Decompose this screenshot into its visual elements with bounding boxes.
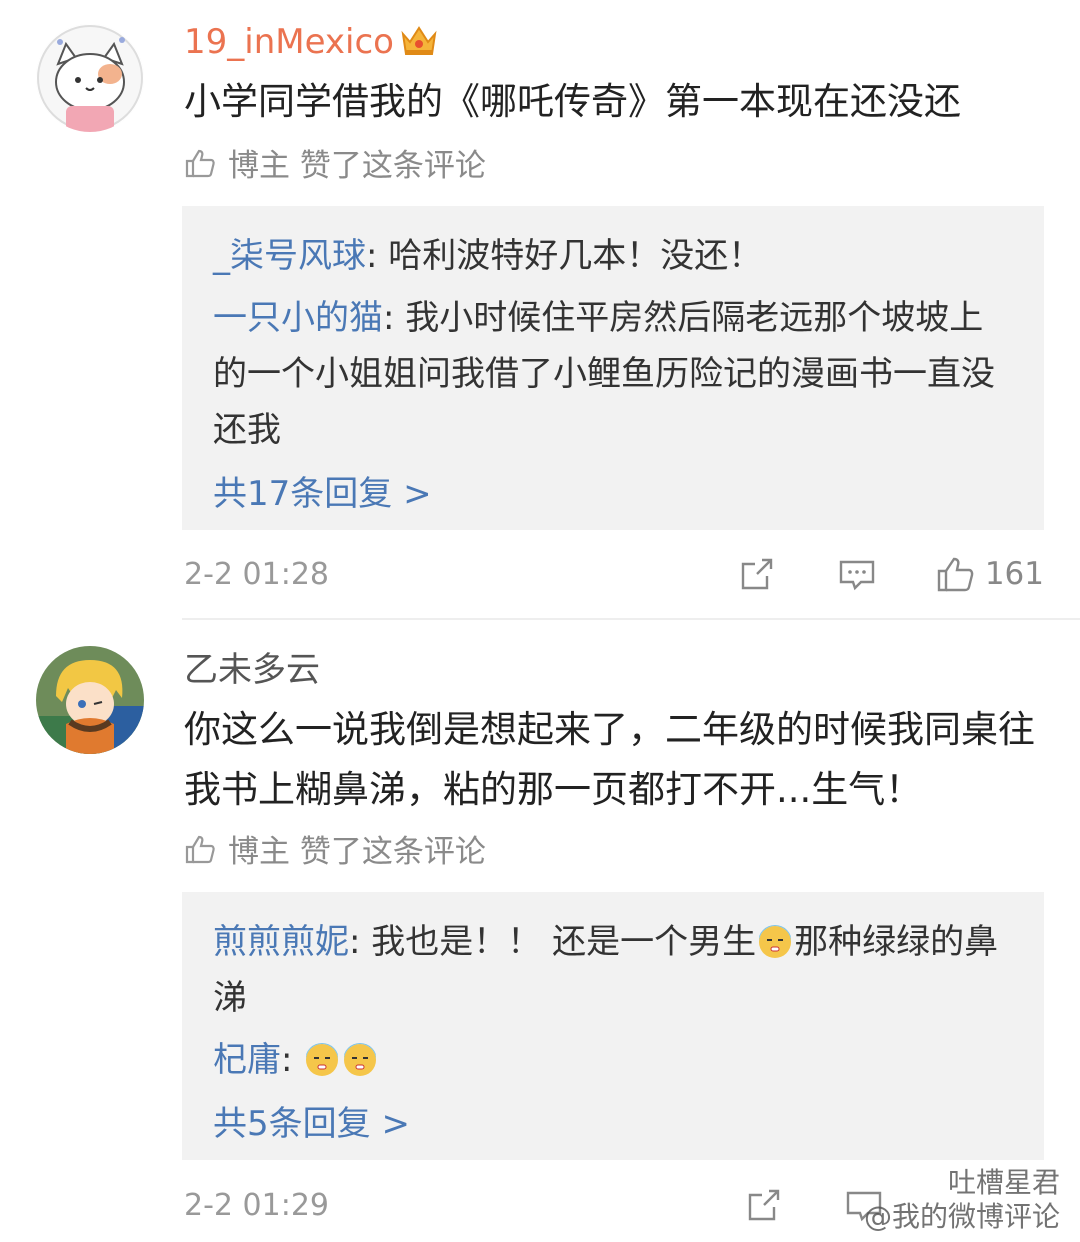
comment-text: 你这么一说我倒是想起来了，二年级的时候我同桌往我书上糊鼻涕，粘的那一页都打不开.… xyxy=(184,708,1035,811)
watermark: 吐槽星君 @我的微博评论 xyxy=(864,1166,1060,1234)
author-liked-notice: 博主 赞了这条评论 xyxy=(184,140,486,185)
sick-face-emoji-icon xyxy=(759,925,792,958)
author-liked-notice: 博主 赞了这条评论 xyxy=(184,826,486,871)
sick-face-emoji-icon xyxy=(306,1043,339,1076)
username[interactable]: 19_inMexico xyxy=(184,22,394,62)
timestamp: 2-2 01:28 xyxy=(184,556,329,592)
author-liked-label: 博主 赞了这条评论 xyxy=(228,148,486,184)
reply-separator: : xyxy=(383,298,406,338)
reply-item[interactable]: 杞庸: xyxy=(213,1032,1014,1088)
comment-button[interactable] xyxy=(837,554,877,594)
comment-1: 19_inMexico 小学同学借我的《哪吒传奇》第一本现在还没还 博主 赞了这… xyxy=(0,0,1080,620)
share-button[interactable] xyxy=(744,1185,784,1225)
author-liked-label: 博主 赞了这条评论 xyxy=(228,834,486,870)
reply-separator: : xyxy=(349,922,372,962)
reply-username[interactable]: 煎煎煎妮 xyxy=(213,922,349,962)
share-icon xyxy=(741,558,773,590)
like-count: 161 xyxy=(984,556,1044,592)
comment-icon xyxy=(839,560,875,591)
watermark-line-2: @我的微博评论 xyxy=(863,1200,1060,1233)
share-icon xyxy=(748,1189,780,1221)
reply-username[interactable]: _柒号风球 xyxy=(213,236,366,276)
reply-item[interactable]: _柒号风球: 哈利波特好几本！没还！ xyxy=(213,228,1014,284)
timestamp: 2-2 01:29 xyxy=(184,1187,329,1223)
username[interactable]: 乙未多云 xyxy=(184,650,320,690)
thumbs-up-icon xyxy=(937,557,974,592)
watermark-line-1: 吐槽星君 xyxy=(947,1166,1060,1199)
cat-avatar-icon xyxy=(36,24,144,132)
share-button[interactable] xyxy=(737,554,777,594)
comment-text: 小学同学借我的《哪吒传奇》第一本现在还没还 xyxy=(184,80,961,123)
thumbs-up-icon xyxy=(185,835,215,863)
comment-footer: 2-2 01:28 161 xyxy=(184,549,1044,599)
thumbs-up-icon xyxy=(185,149,215,177)
sick-face-emoji-icon xyxy=(344,1043,377,1076)
reply-username[interactable]: 一只小的猫 xyxy=(213,298,383,338)
vip-crown-icon xyxy=(401,26,437,55)
replies-box[interactable]: _柒号风球: 哈利波特好几本！没还！ 一只小的猫: 我小时候住平房然后隔老远那个… xyxy=(182,206,1044,530)
reply-text: 我也是！！ 还是一个男生 xyxy=(371,922,757,962)
replies-box[interactable]: 煎煎煎妮: 我也是！！ 还是一个男生 那种绿绿的鼻涕 杞庸: 共5条回复 > xyxy=(182,892,1044,1160)
avatar[interactable] xyxy=(36,24,144,132)
avatar[interactable] xyxy=(36,646,144,754)
more-replies-link[interactable]: 共17条回复 > xyxy=(213,466,1014,522)
reply-username[interactable]: 杞庸 xyxy=(213,1040,281,1080)
reply-item[interactable]: 一只小的猫: 我小时候住平房然后隔老远那个坡坡上的一个小姐姐问我借了小鲤鱼历险记… xyxy=(213,290,1014,458)
reply-separator: : xyxy=(281,1040,304,1080)
action-bar: 161 xyxy=(737,554,1044,594)
anime-character-avatar-icon xyxy=(36,646,144,754)
reply-separator: : xyxy=(366,236,389,276)
comment-2: 乙未多云 你这么一说我倒是想起来了，二年级的时候我同桌往我书上糊鼻涕，粘的那一页… xyxy=(0,620,1080,1242)
reply-item[interactable]: 煎煎煎妮: 我也是！！ 还是一个男生 那种绿绿的鼻涕 xyxy=(213,914,1014,1026)
like-button[interactable]: 161 xyxy=(935,554,1044,594)
reply-text: 哈利波特好几本！没还！ xyxy=(388,236,763,276)
more-replies-link[interactable]: 共5条回复 > xyxy=(213,1096,1014,1152)
